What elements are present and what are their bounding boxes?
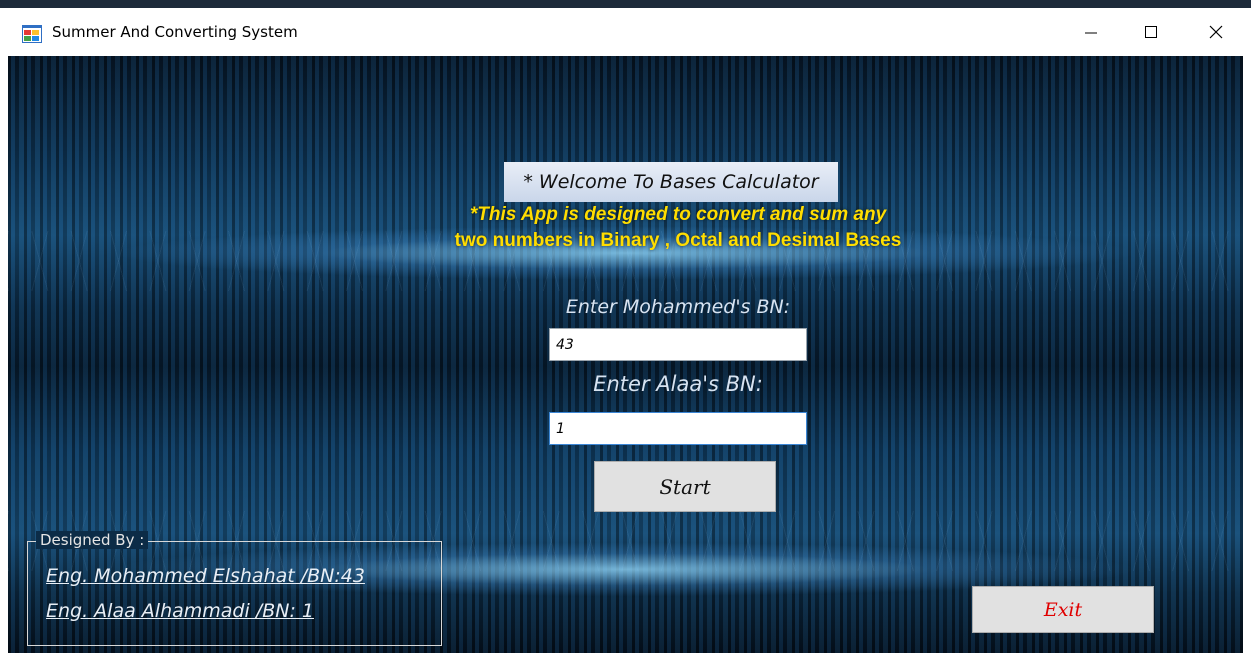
description-line-1: *This App is designed to convert and sum… — [469, 204, 887, 225]
welcome-label: * Welcome To Bases Calculator — [504, 162, 838, 202]
exit-button[interactable]: Exit — [972, 586, 1154, 633]
alaa-bn-input[interactable] — [549, 412, 807, 445]
app-window: Summer And Converting System * Welcome T… — [0, 0, 1251, 657]
title-bar[interactable]: Summer And Converting System — [0, 8, 1251, 56]
minimize-icon — [1085, 32, 1097, 34]
description-text: *This App is designed to convert and sum… — [308, 202, 1048, 254]
mohammed-bn-label: Enter Mohammed's BN: — [565, 296, 791, 318]
maximize-button[interactable] — [1121, 8, 1181, 56]
app-icon — [22, 25, 42, 43]
credit-link-alaa[interactable]: Eng. Alaa Alhammadi /BN: 1 — [46, 600, 314, 622]
maximize-icon — [1145, 26, 1157, 38]
main-form: * Welcome To Bases Calculator *This App … — [8, 56, 1243, 653]
alaa-bn-label: Enter Alaa's BN: — [593, 372, 763, 396]
desktop-strip — [0, 0, 1251, 8]
close-icon — [1209, 25, 1223, 39]
description-line-2: two numbers in Binary , Octal and Desima… — [454, 230, 902, 251]
mohammed-bn-input[interactable] — [549, 328, 807, 361]
window-title: Summer And Converting System — [52, 23, 298, 41]
designed-by-group: Designed By : Eng. Mohammed Elshahat /BN… — [27, 531, 442, 646]
designed-by-legend: Designed By : — [36, 531, 149, 549]
credit-link-mohammed[interactable]: Eng. Mohammed Elshahat /BN:43 — [46, 565, 365, 587]
close-button[interactable] — [1186, 8, 1246, 56]
start-button[interactable]: Start — [594, 461, 776, 512]
minimize-button[interactable] — [1061, 8, 1121, 56]
